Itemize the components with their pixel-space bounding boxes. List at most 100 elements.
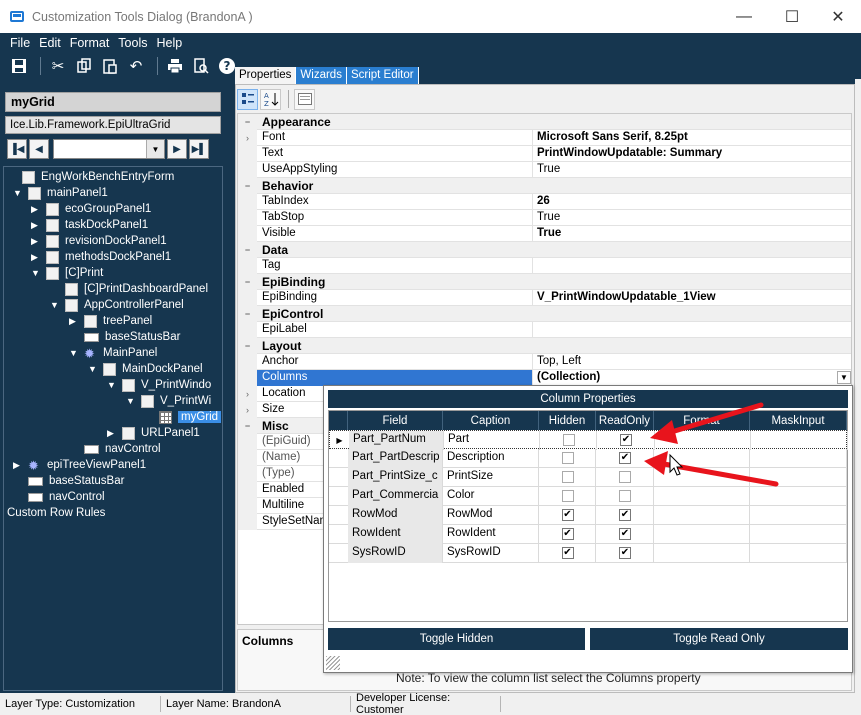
tree-node[interactable]: ▶ ecoGroupPanel1	[31, 201, 151, 217]
maximize-button[interactable]: ☐	[769, 0, 815, 33]
maskinput-cell[interactable]	[750, 544, 847, 563]
property-value[interactable]: 26	[533, 194, 851, 210]
tree-node[interactable]: myGrid	[144, 409, 222, 425]
tree-node[interactable]: [C]PrintDashboardPanel	[50, 281, 208, 297]
next-record-icon[interactable]: ▶	[167, 139, 187, 159]
readonly-checkbox[interactable]: ✔	[619, 509, 631, 521]
maskinput-cell[interactable]	[750, 506, 847, 525]
maskinput-cell[interactable]	[751, 431, 848, 450]
header-caption[interactable]: Caption	[443, 411, 539, 430]
readonly-checkbox[interactable]	[619, 471, 631, 483]
property-row[interactable]: Text PrintWindowUpdatable: Summary	[238, 146, 851, 162]
format-cell[interactable]	[654, 506, 750, 525]
tree-node[interactable]: ▼ ✹ MainPanel	[69, 345, 157, 361]
collapse-icon[interactable]: −	[238, 306, 257, 322]
property-row[interactable]: UseAppStyling True	[238, 162, 851, 178]
property-pages-icon[interactable]	[294, 88, 315, 110]
collapse-icon[interactable]: ▼	[50, 300, 60, 310]
tree-node[interactable]: ▶ ✹ epiTreeViewPanel1	[13, 457, 146, 473]
header-field[interactable]: Field	[348, 411, 443, 430]
property-value[interactable]: V_PrintWindowUpdatable_1View	[533, 290, 851, 306]
property-row[interactable]: TabIndex 26	[238, 194, 851, 210]
maskinput-cell[interactable]	[750, 525, 847, 544]
header-format[interactable]: Format	[654, 411, 750, 430]
caption-cell[interactable]: SysRowID	[443, 544, 539, 563]
column-row[interactable]: Part_PartDescrip Description ✔	[329, 449, 847, 468]
property-category[interactable]: − Data	[238, 242, 851, 258]
collapse-icon[interactable]: ▼	[88, 364, 98, 374]
header-hidden[interactable]: Hidden	[539, 411, 596, 430]
tab-wizards[interactable]: Wizards	[296, 67, 347, 84]
hidden-checkbox[interactable]	[561, 490, 574, 502]
hidden-checkbox[interactable]	[561, 471, 574, 483]
property-row[interactable]: EpiBinding V_PrintWindowUpdatable_1View	[238, 290, 851, 306]
close-button[interactable]: ✕	[815, 0, 861, 33]
property-value[interactable]: True	[533, 162, 851, 178]
readonly-checkbox[interactable]: ✔	[620, 434, 632, 446]
tree-node[interactable]: ▼ V_PrintWi	[126, 393, 211, 409]
caption-cell[interactable]: Part	[444, 431, 540, 450]
menu-tools[interactable]: Tools	[118, 36, 147, 50]
alphabetical-icon[interactable]: AZ	[260, 88, 281, 110]
tree-node[interactable]: ▶ revisionDockPanel1	[31, 233, 167, 249]
tree-node[interactable]: ▼ MainDockPanel	[88, 361, 203, 377]
caption-cell[interactable]: PrintSize	[443, 468, 539, 487]
column-row[interactable]: RowMod RowMod ✔ ✔	[329, 506, 847, 525]
tree-node[interactable]: ▶ treePanel	[69, 313, 152, 329]
hidden-checkbox[interactable]	[562, 434, 575, 446]
last-record-icon[interactable]: ▶▌	[189, 139, 209, 159]
property-row[interactable]: › Font Microsoft Sans Serif, 8.25pt	[238, 130, 851, 146]
header-readonly[interactable]: ReadOnly	[596, 411, 654, 430]
property-value[interactable]	[533, 258, 851, 274]
menu-format[interactable]: Format	[70, 36, 110, 50]
caption-cell[interactable]: Color	[443, 487, 539, 506]
readonly-checkbox[interactable]: ✔	[619, 547, 631, 559]
property-value[interactable]: True	[533, 226, 851, 242]
property-value[interactable]: True	[533, 210, 851, 226]
copy-icon[interactable]	[73, 55, 95, 77]
property-category[interactable]: − Layout	[238, 338, 851, 354]
hidden-checkbox[interactable]: ✔	[561, 547, 574, 559]
toggle-readonly-button[interactable]: Toggle Read Only	[590, 628, 848, 650]
column-row[interactable]: ▶ Part_PartNum Part ✔	[329, 430, 848, 450]
collapse-icon[interactable]: −	[238, 274, 257, 290]
format-cell[interactable]	[654, 525, 750, 544]
property-row[interactable]: EpiLabel	[238, 322, 851, 338]
collapse-icon[interactable]: −	[238, 114, 257, 130]
column-row[interactable]: SysRowID SysRowID ✔ ✔	[329, 544, 847, 563]
record-combo[interactable]: ▼	[53, 139, 165, 159]
maskinput-cell[interactable]	[750, 449, 847, 468]
tree-node[interactable]: baseStatusBar	[69, 329, 180, 345]
tab-properties[interactable]: Properties	[235, 67, 297, 84]
tree-node[interactable]: ▼ V_PrintWindo	[107, 377, 211, 393]
resize-grip[interactable]	[326, 656, 340, 670]
collapse-icon[interactable]: ▼	[107, 380, 117, 390]
tree-node[interactable]: ▼ [C]Print	[31, 265, 103, 281]
caption-cell[interactable]: RowMod	[443, 506, 539, 525]
collapse-icon[interactable]: ▼	[69, 348, 79, 358]
menu-help[interactable]: Help	[156, 36, 182, 50]
property-category[interactable]: − Appearance	[238, 114, 851, 130]
property-value[interactable]: (Collection)	[533, 370, 851, 386]
property-row[interactable]: Tag	[238, 258, 851, 274]
format-cell[interactable]	[654, 449, 750, 468]
property-row[interactable]: Visible True	[238, 226, 851, 242]
caption-cell[interactable]: Description	[443, 449, 539, 468]
column-grid[interactable]: Field Caption Hidden ReadOnly Format Mas…	[328, 410, 848, 622]
format-cell[interactable]	[655, 431, 751, 450]
cut-icon[interactable]: ✂	[47, 55, 69, 77]
tree-node[interactable]: navControl	[13, 489, 105, 505]
hidden-checkbox[interactable]: ✔	[561, 509, 574, 521]
tree-node[interactable]: navControl	[69, 441, 161, 457]
readonly-checkbox[interactable]: ✔	[619, 528, 631, 540]
tree-node[interactable]: ▼ mainPanel1	[13, 185, 108, 201]
readonly-checkbox[interactable]	[619, 490, 631, 502]
column-row[interactable]: Part_PrintSize_c PrintSize	[329, 468, 847, 487]
expand-icon[interactable]: ▶	[31, 220, 41, 231]
toggle-hidden-button[interactable]: Toggle Hidden	[328, 628, 585, 650]
hidden-checkbox[interactable]: ✔	[561, 528, 574, 540]
collapse-icon[interactable]: −	[238, 338, 257, 354]
print-preview-icon[interactable]	[190, 55, 212, 77]
tab-script-editor[interactable]: Script Editor	[346, 67, 419, 84]
property-row[interactable]: Columns (Collection) ▼	[238, 370, 851, 386]
